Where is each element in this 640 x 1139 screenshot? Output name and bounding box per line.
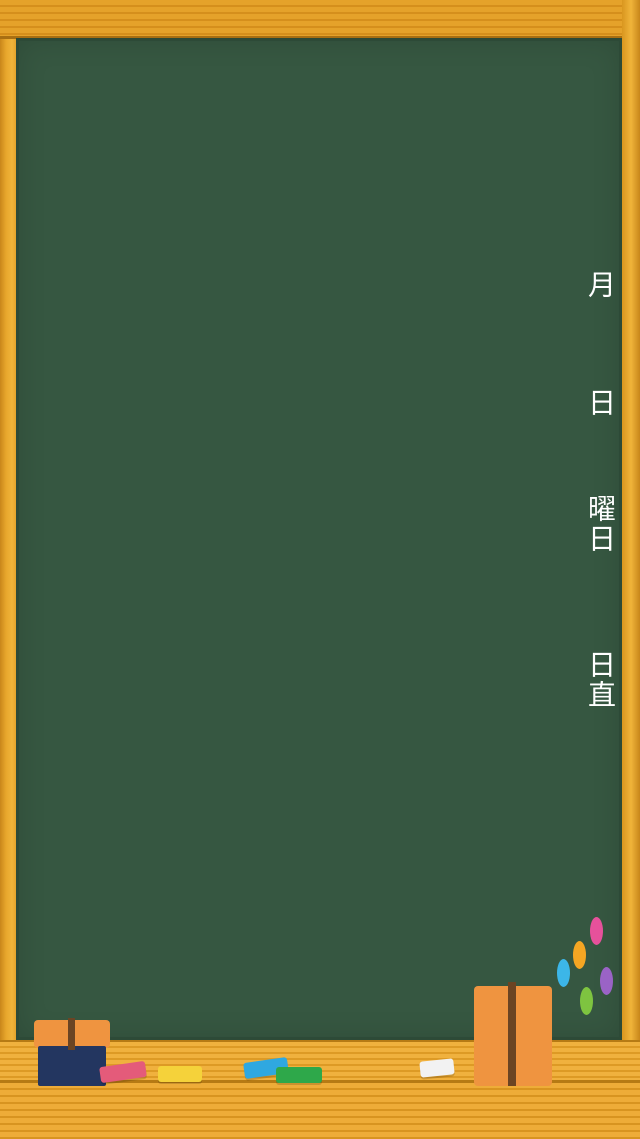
chalkboard: 月 日 曜日 日直 [16,38,622,1040]
magnet-blue[interactable] [557,959,570,987]
board-frame-top [0,0,640,39]
duty-label: 日直 [584,650,617,710]
board-frame-right [622,0,640,1136]
eraser-left-felt [38,1046,106,1086]
chalk-green-icon[interactable] [276,1067,322,1083]
eraser-left-strap [68,1018,75,1050]
weekday-label: 曜日 [584,494,617,554]
eraser-right-icon[interactable] [474,982,552,1086]
chalk-yellow-icon[interactable] [158,1066,202,1082]
chalk-ledge-front [0,1080,640,1139]
eraser-right-strap [508,982,516,1086]
magnet-purple[interactable] [600,967,613,995]
eraser-left-icon[interactable] [34,1018,110,1086]
day-label: 日 [584,388,617,418]
magnet-orange[interactable] [573,941,586,969]
month-label: 月 [584,270,617,300]
magnet-green[interactable] [580,987,593,1015]
magnet-pink[interactable] [590,917,603,945]
